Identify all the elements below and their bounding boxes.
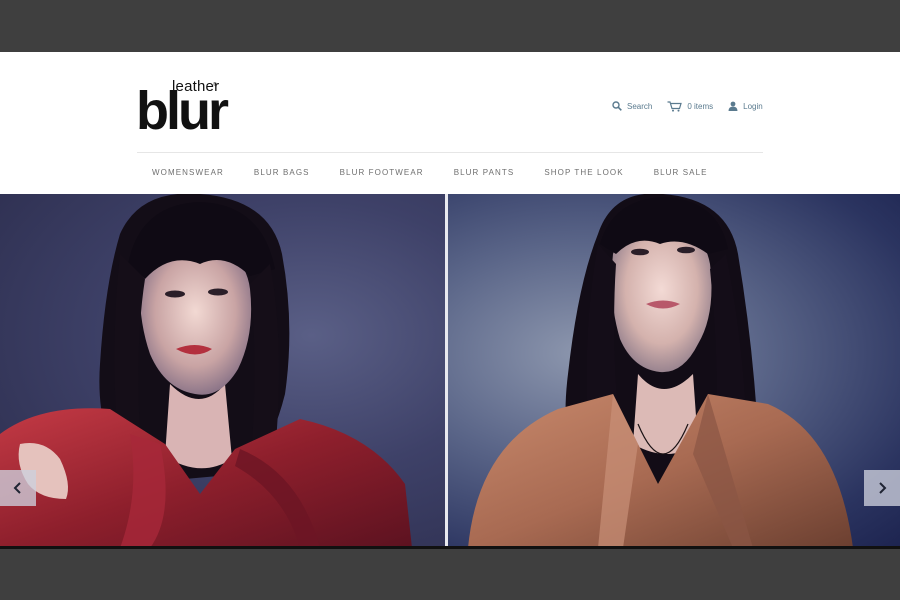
- nav-item-womenswear[interactable]: WOMENSWEAR: [137, 168, 239, 182]
- search-icon: [612, 101, 622, 111]
- cart-icon: [667, 100, 683, 112]
- browser-viewport: leather blur ® Search 0 items Login WOME…: [0, 52, 900, 548]
- search-link[interactable]: Search: [612, 101, 652, 111]
- hero-image-tan-jacket: [448, 194, 900, 548]
- login-link[interactable]: Login: [728, 101, 763, 111]
- slider-next-button[interactable]: [864, 470, 900, 506]
- logo-blur-text: blur: [136, 81, 229, 141]
- viewport-bottom-edge: [0, 546, 900, 549]
- main-navigation: WOMENSWEAR BLUR BAGS BLUR FOOTWEAR BLUR …: [137, 168, 723, 182]
- nav-item-blur-bags[interactable]: BLUR BAGS: [239, 168, 325, 182]
- chevron-left-icon: [13, 482, 21, 494]
- nav-item-blur-pants[interactable]: BLUR PANTS: [439, 168, 530, 182]
- cart-count-label: 0 items: [687, 101, 714, 111]
- logo-registered-mark: ®: [213, 82, 217, 88]
- header-divider: [137, 152, 763, 153]
- blur-leather-logo[interactable]: leather blur ®: [136, 78, 229, 138]
- user-icon: [728, 101, 738, 111]
- chevron-right-icon: [879, 482, 887, 494]
- search-label: Search: [627, 101, 653, 111]
- slider-prev-button[interactable]: [0, 470, 36, 506]
- login-label: Login: [743, 101, 763, 111]
- hero-slider: [0, 194, 900, 548]
- nav-item-blur-footwear[interactable]: BLUR FOOTWEAR: [325, 168, 439, 182]
- site-header: leather blur ® Search 0 items Login WOME…: [0, 52, 900, 194]
- nav-item-shop-the-look[interactable]: SHOP THE LOOK: [529, 168, 638, 182]
- nav-item-blur-sale[interactable]: BLUR SALE: [639, 168, 723, 182]
- cart-link[interactable]: 0 items: [667, 100, 714, 112]
- utility-links: Search 0 items Login: [612, 99, 763, 113]
- hero-image-red-jacket: [0, 194, 445, 548]
